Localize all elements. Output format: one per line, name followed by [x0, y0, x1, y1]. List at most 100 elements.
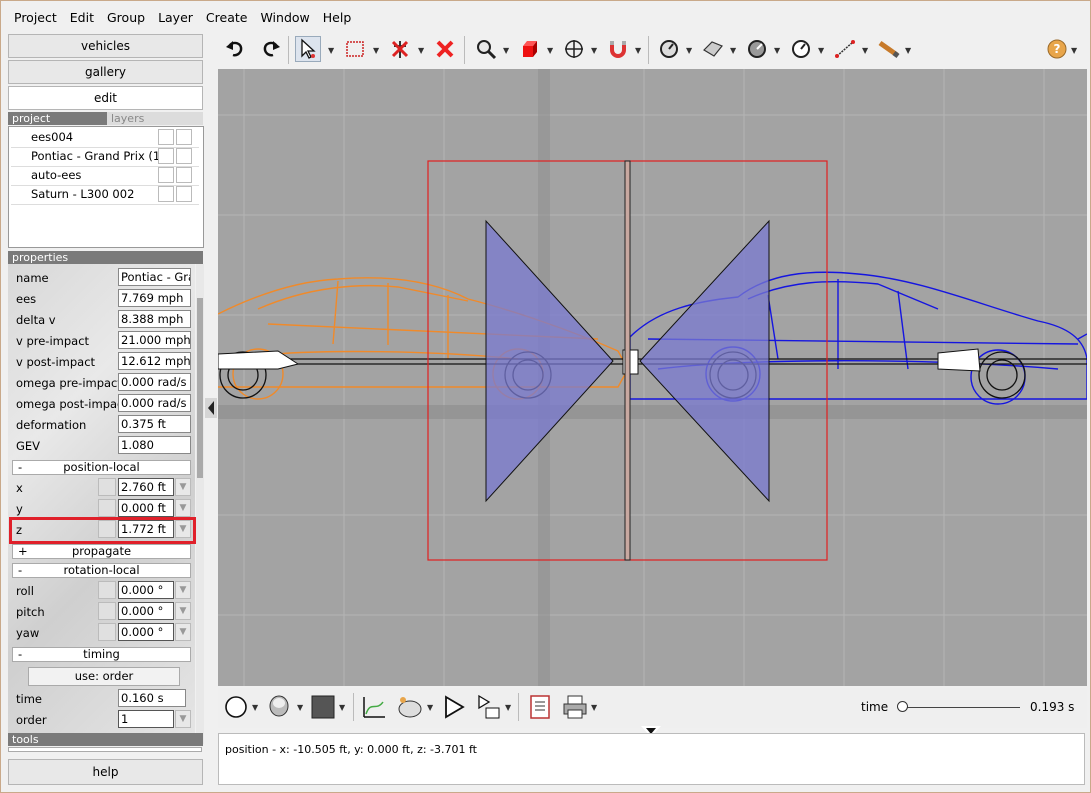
use-order-button[interactable]: use: order: [28, 667, 180, 686]
keyframe-button[interactable]: [98, 581, 116, 599]
tab-project[interactable]: project: [8, 112, 107, 125]
collapse-toggle[interactable]: -: [18, 648, 22, 661]
menu-edit[interactable]: Edit: [64, 10, 100, 25]
impact-triangle-right[interactable]: [639, 219, 770, 503]
keyframe-button[interactable]: [98, 623, 116, 641]
chevron-down-icon[interactable]: ▼: [175, 602, 191, 620]
vehicles-button[interactable]: vehicles: [8, 34, 203, 58]
visibility-checkbox[interactable]: [158, 148, 174, 164]
order-field[interactable]: 1: [118, 710, 174, 728]
zoom-icon[interactable]: [473, 36, 499, 62]
chevron-down-icon[interactable]: ▼: [297, 703, 303, 712]
lock-checkbox[interactable]: [176, 129, 192, 145]
surface-icon[interactable]: [700, 36, 726, 62]
menu-group[interactable]: Group: [101, 10, 151, 25]
list-item[interactable]: auto-ees: [11, 166, 199, 186]
keyframe-button[interactable]: [98, 499, 116, 517]
chevron-down-icon[interactable]: ▼: [328, 46, 334, 55]
redo-icon[interactable]: [258, 36, 284, 62]
select-rect-icon[interactable]: [342, 36, 368, 62]
pitch-field[interactable]: 0.000 °: [118, 602, 174, 620]
play-icon[interactable]: [442, 695, 466, 719]
rotation-local-section[interactable]: - rotation-local: [12, 563, 191, 578]
help-icon[interactable]: ?: [1044, 36, 1070, 62]
visibility-checkbox[interactable]: [158, 129, 174, 145]
chevron-down-icon[interactable]: ▼: [686, 46, 692, 55]
chevron-down-icon[interactable]: ▼: [774, 46, 780, 55]
scene-view[interactable]: [218, 69, 1087, 686]
v-pre-impact-field[interactable]: 21.000 mph: [118, 331, 191, 349]
help-button[interactable]: help: [8, 759, 203, 785]
x-field[interactable]: 2.760 ft: [118, 478, 174, 496]
move-icon[interactable]: [561, 36, 587, 62]
omega-pre-field[interactable]: 0.000 rad/s: [118, 373, 191, 391]
viewport-canvas[interactable]: [218, 69, 1087, 686]
time-field[interactable]: 0.160 s: [118, 689, 186, 707]
no-edit-icon[interactable]: [387, 36, 413, 62]
time-slider-knob[interactable]: [897, 701, 908, 712]
head-icon[interactable]: [266, 694, 292, 720]
report-icon[interactable]: [528, 694, 552, 720]
chevron-down-icon[interactable]: ▼: [175, 710, 191, 728]
yaw-field[interactable]: 0.000 °: [118, 623, 174, 641]
ruler-icon[interactable]: [832, 36, 858, 62]
chevron-down-icon[interactable]: ▼: [905, 46, 911, 55]
speedometer-icon[interactable]: [788, 36, 814, 62]
play-list-icon[interactable]: [476, 694, 502, 720]
chevron-down-icon[interactable]: ▼: [730, 46, 736, 55]
chevron-down-icon[interactable]: ▼: [591, 46, 597, 55]
measure-icon[interactable]: [744, 36, 770, 62]
cube-icon[interactable]: [517, 36, 543, 62]
gev-field[interactable]: 1.080: [118, 436, 191, 454]
graph-icon[interactable]: [361, 694, 387, 720]
chevron-down-icon[interactable]: ▼: [862, 46, 868, 55]
magnet-icon[interactable]: [605, 36, 631, 62]
lock-checkbox[interactable]: [176, 167, 192, 183]
propagate-section[interactable]: + propagate: [12, 544, 191, 559]
menu-project[interactable]: Project: [8, 10, 63, 25]
chevron-down-icon[interactable]: ▼: [818, 46, 824, 55]
menu-layer[interactable]: Layer: [152, 10, 199, 25]
color-swatch-icon[interactable]: [311, 695, 335, 719]
chevron-down-icon[interactable]: ▼: [252, 703, 258, 712]
scrollbar-thumb[interactable]: [197, 298, 203, 478]
chevron-down-icon[interactable]: ▼: [1071, 46, 1077, 55]
keyframe-button[interactable]: [98, 602, 116, 620]
list-item[interactable]: ees004: [11, 128, 199, 148]
camera-icon[interactable]: [395, 694, 425, 720]
deformation-field[interactable]: 0.375 ft: [118, 415, 191, 433]
gallery-button[interactable]: gallery: [8, 60, 203, 84]
chevron-down-icon[interactable]: ▼: [175, 478, 191, 496]
chevron-down-icon[interactable]: ▼: [373, 46, 379, 55]
v-post-impact-field[interactable]: 12.612 mph: [118, 352, 191, 370]
y-field[interactable]: 0.000 ft: [118, 499, 174, 517]
chevron-down-icon[interactable]: ▼: [175, 499, 191, 517]
chevron-down-icon[interactable]: ▼: [427, 703, 433, 712]
menu-create[interactable]: Create: [200, 10, 254, 25]
chevron-down-icon[interactable]: ▼: [339, 703, 345, 712]
list-item[interactable]: Saturn - L300 002: [11, 185, 199, 205]
edit-button[interactable]: edit: [8, 86, 203, 110]
impact-plane[interactable]: [624, 160, 631, 561]
select-arrow-icon[interactable]: [295, 36, 321, 62]
position-local-section[interactable]: - position-local: [12, 460, 191, 475]
list-item[interactable]: Pontiac - Grand Prix (1...: [11, 147, 199, 167]
menu-window[interactable]: Window: [254, 10, 315, 25]
tab-layers[interactable]: layers: [107, 112, 203, 125]
visibility-checkbox[interactable]: [158, 186, 174, 202]
chevron-down-icon[interactable]: ▼: [505, 703, 511, 712]
circle-icon[interactable]: [224, 695, 248, 719]
visibility-checkbox[interactable]: [158, 167, 174, 183]
chevron-down-icon[interactable]: ▼: [175, 581, 191, 599]
menu-help[interactable]: Help: [317, 10, 358, 25]
keyframe-button[interactable]: [98, 478, 116, 496]
expand-toggle[interactable]: +: [18, 545, 28, 558]
collapse-panel-icon[interactable]: [205, 398, 217, 418]
chevron-down-icon[interactable]: ▼: [591, 703, 597, 712]
wand-icon[interactable]: [876, 36, 902, 62]
name-field[interactable]: Pontiac - Grand Prix: [118, 268, 191, 286]
delta-v-field[interactable]: 8.388 mph: [118, 310, 191, 328]
omega-post-field[interactable]: 0.000 rad/s: [118, 394, 191, 412]
print-icon[interactable]: [561, 694, 589, 720]
ees-field[interactable]: 7.769 mph: [118, 289, 191, 307]
